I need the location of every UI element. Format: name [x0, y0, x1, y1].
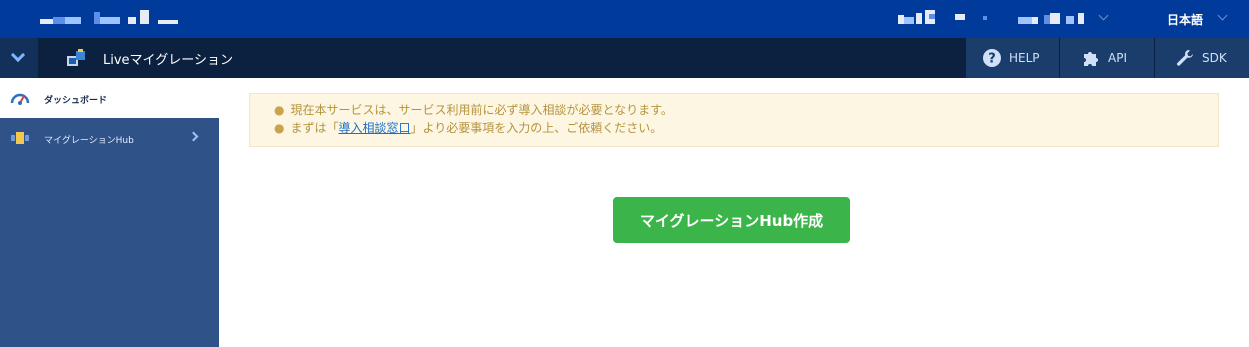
sidebar-item-label: マイグレーションHub	[44, 136, 134, 146]
sidebar: ダッシュボード マイグレーションHub	[0, 78, 219, 347]
app-title: Liveマイグレーション	[103, 53, 234, 68]
help-icon: ?	[983, 49, 1001, 67]
menu-toggle-button[interactable]	[0, 38, 38, 78]
chevron-right-icon	[188, 131, 199, 142]
language-selector[interactable]: 日本語	[1167, 11, 1203, 28]
app-bar: Liveマイグレーション ? HELP API SDK	[0, 38, 1249, 78]
sidebar-item-label: ダッシュボード	[44, 96, 108, 106]
gauge-icon	[10, 93, 30, 105]
notice-line-2: ● まずは「導入相談窓口」より必要事項を入力の上、ご依頼ください。	[274, 121, 663, 135]
wrench-icon	[1177, 50, 1193, 66]
account-chevron-down-icon[interactable]	[1098, 10, 1109, 21]
migration-hub-icon	[11, 132, 29, 144]
bullet-icon: ●	[274, 121, 285, 135]
svg-text:?: ?	[988, 52, 996, 67]
sidebar-item-dashboard[interactable]: ダッシュボード	[0, 78, 219, 118]
migration-app-icon	[67, 49, 85, 66]
notice-box: ● 現在本サービスは、サービス利用前に必ず導入相談が必要となります。 ● まずは「導…	[249, 93, 1219, 147]
notice-line-1: ● 現在本サービスは、サービス利用前に必ず導入相談が必要となります。	[274, 103, 673, 117]
puzzle-icon	[1084, 52, 1098, 66]
consultation-link[interactable]: 導入相談窓口	[339, 121, 411, 135]
sdk-label: SDK	[1202, 51, 1227, 65]
language-chevron-down-icon[interactable]	[1217, 10, 1228, 21]
api-label: API	[1108, 51, 1127, 65]
help-button[interactable]: ? HELP	[965, 38, 1059, 78]
create-migration-hub-button[interactable]: マイグレーションHub作成	[613, 197, 850, 243]
api-button[interactable]: API	[1059, 38, 1154, 78]
chevron-down-icon	[10, 47, 26, 63]
top-bar: 日本語	[0, 0, 1249, 38]
help-label: HELP	[1009, 51, 1040, 65]
sdk-button[interactable]: SDK	[1154, 38, 1249, 78]
bullet-icon: ●	[274, 103, 285, 117]
sidebar-item-migration-hub[interactable]: マイグレーションHub	[0, 118, 219, 158]
